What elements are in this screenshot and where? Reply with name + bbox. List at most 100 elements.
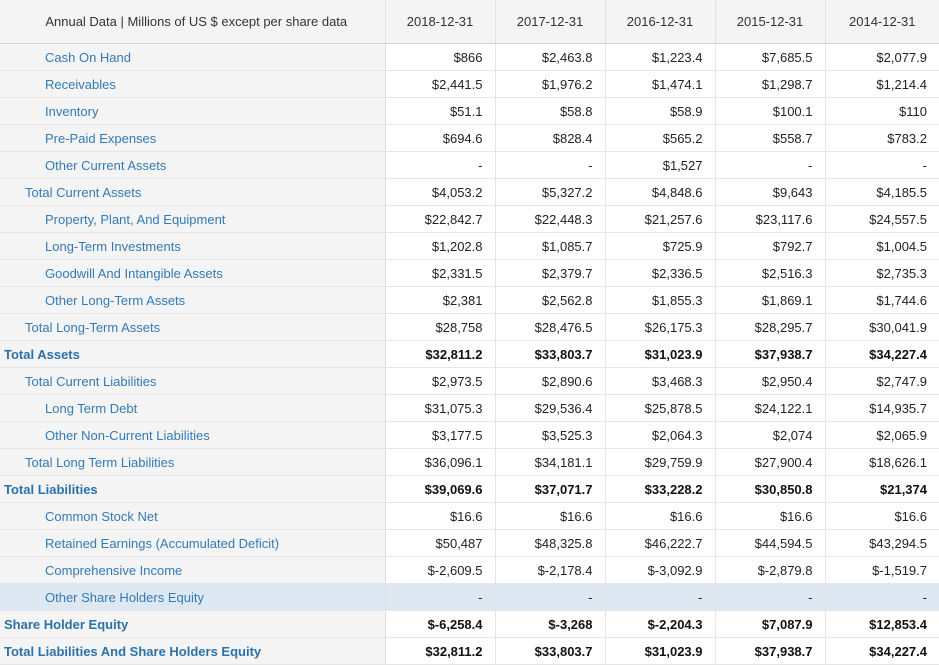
row-label-link[interactable]: Total Current Assets bbox=[25, 185, 141, 200]
cell-property-plant-and-equipment-2014-12-31: $24,557.5 bbox=[825, 205, 939, 233]
row-label-share-holder-equity[interactable]: Share Holder Equity bbox=[0, 610, 386, 638]
cell-total-long-term-assets-2018-12-31: $28,758 bbox=[385, 313, 496, 341]
row-label-comprehensive-income[interactable]: Comprehensive Income bbox=[0, 556, 386, 584]
cell-other-long-term-assets-2016-12-31: $1,855.3 bbox=[605, 286, 716, 314]
row-label-pre-paid-expenses[interactable]: Pre-Paid Expenses bbox=[0, 124, 386, 152]
row-label-total-current-liabilities[interactable]: Total Current Liabilities bbox=[0, 367, 386, 395]
cell-pre-paid-expenses-2016-12-31: $565.2 bbox=[605, 124, 716, 152]
row-label-link[interactable]: Total Long-Term Assets bbox=[25, 320, 160, 335]
row-label-retained-earnings-accumulated-deficit[interactable]: Retained Earnings (Accumulated Deficit) bbox=[0, 529, 386, 557]
cell-receivables-2018-12-31: $2,441.5 bbox=[385, 70, 496, 98]
row-label-other-non-current-liabilities[interactable]: Other Non-Current Liabilities bbox=[0, 421, 386, 449]
row-label-other-long-term-assets[interactable]: Other Long-Term Assets bbox=[0, 286, 386, 314]
cell-common-stock-net-2016-12-31: $16.6 bbox=[605, 502, 716, 530]
row-label-receivables[interactable]: Receivables bbox=[0, 70, 386, 98]
table-row: Property, Plant, And Equipment $22,842.7 $… bbox=[0, 205, 939, 233]
row-label-cash-on-hand[interactable]: Cash On Hand bbox=[0, 43, 386, 71]
cell-receivables-2017-12-31: $1,976.2 bbox=[495, 70, 606, 98]
cell-comprehensive-income-2015-12-31: $-2,879.8 bbox=[715, 556, 826, 584]
row-label-link[interactable]: Retained Earnings (Accumulated Deficit) bbox=[45, 536, 279, 551]
row-label-link[interactable]: Total Long Term Liabilities bbox=[25, 455, 174, 470]
row-label-link[interactable]: Comprehensive Income bbox=[45, 563, 182, 578]
table-row: Total Assets $32,811.2 $33,803.7 $31,023.9 $… bbox=[0, 340, 939, 368]
row-label-common-stock-net[interactable]: Common Stock Net bbox=[0, 502, 386, 530]
cell-goodwill-and-intangible-assets-2014-12-31: $2,735.3 bbox=[825, 259, 939, 287]
row-label-property-plant-and-equipment[interactable]: Property, Plant, And Equipment bbox=[0, 205, 386, 233]
row-label-link[interactable]: Other Share Holders Equity bbox=[45, 590, 204, 605]
cell-other-non-current-liabilities-2015-12-31: $2,074 bbox=[715, 421, 826, 449]
cell-total-liabilities-and-share-holders-equity-2017-12-31: $33,803.7 bbox=[495, 637, 606, 665]
row-label-link[interactable]: Total Liabilities And Share Holders Equi… bbox=[4, 644, 261, 659]
row-label-link[interactable]: Common Stock Net bbox=[45, 509, 158, 524]
row-label-goodwill-and-intangible-assets[interactable]: Goodwill And Intangible Assets bbox=[0, 259, 386, 287]
row-label-long-term-debt[interactable]: Long Term Debt bbox=[0, 394, 386, 422]
row-label-link[interactable]: Goodwill And Intangible Assets bbox=[45, 266, 223, 281]
row-label-link[interactable]: Share Holder Equity bbox=[4, 617, 128, 632]
cell-other-long-term-assets-2015-12-31: $1,869.1 bbox=[715, 286, 826, 314]
row-label-link[interactable]: Cash On Hand bbox=[45, 50, 131, 65]
cell-comprehensive-income-2017-12-31: $-2,178.4 bbox=[495, 556, 606, 584]
row-label-total-liabilities-and-share-holders-equity[interactable]: Total Liabilities And Share Holders Equi… bbox=[0, 637, 386, 665]
header-period-2016-12-31: 2016-12-31 bbox=[605, 0, 716, 44]
row-label-total-liabilities[interactable]: Total Liabilities bbox=[0, 475, 386, 503]
cell-retained-earnings-accumulated-deficit-2016-12-31: $46,222.7 bbox=[605, 529, 716, 557]
table-row: Total Current Liabilities $2,973.5 $2,890.… bbox=[0, 367, 939, 395]
row-label-link[interactable]: Property, Plant, And Equipment bbox=[45, 212, 225, 227]
cell-other-share-holders-equity-2014-12-31: - bbox=[825, 583, 939, 611]
row-label-link[interactable]: Total Liabilities bbox=[4, 482, 98, 497]
cell-total-current-assets-2017-12-31: $5,327.2 bbox=[495, 178, 606, 206]
row-label-link[interactable]: Other Current Assets bbox=[45, 158, 166, 173]
cell-other-non-current-liabilities-2014-12-31: $2,065.9 bbox=[825, 421, 939, 449]
table-row: Long-Term Investments $1,202.8 $1,085.7 $72… bbox=[0, 232, 939, 260]
row-label-total-long-term-assets[interactable]: Total Long-Term Assets bbox=[0, 313, 386, 341]
row-label-long-term-investments[interactable]: Long-Term Investments bbox=[0, 232, 386, 260]
row-label-inventory[interactable]: Inventory bbox=[0, 97, 386, 125]
row-label-link[interactable]: Inventory bbox=[45, 104, 98, 119]
row-label-link[interactable]: Other Non-Current Liabilities bbox=[45, 428, 210, 443]
cell-common-stock-net-2018-12-31: $16.6 bbox=[385, 502, 496, 530]
cell-other-share-holders-equity-2017-12-31: - bbox=[495, 583, 606, 611]
financial-statement-table: Annual Data | Millions of US $ except pe… bbox=[0, 0, 939, 665]
cell-other-non-current-liabilities-2017-12-31: $3,525.3 bbox=[495, 421, 606, 449]
row-label-link[interactable]: Long Term Debt bbox=[45, 401, 137, 416]
cell-long-term-debt-2014-12-31: $14,935.7 bbox=[825, 394, 939, 422]
cell-other-share-holders-equity-2016-12-31: - bbox=[605, 583, 716, 611]
table-row: Other Non-Current Liabilities $3,177.5 $3,… bbox=[0, 421, 939, 449]
cell-receivables-2016-12-31: $1,474.1 bbox=[605, 70, 716, 98]
row-label-link[interactable]: Receivables bbox=[45, 77, 116, 92]
cell-pre-paid-expenses-2018-12-31: $694.6 bbox=[385, 124, 496, 152]
table-row: Total Current Assets $4,053.2 $5,327.2 $4,8… bbox=[0, 178, 939, 206]
cell-long-term-debt-2018-12-31: $31,075.3 bbox=[385, 394, 496, 422]
table-header: Annual Data | Millions of US $ except pe… bbox=[0, 0, 939, 44]
cell-cash-on-hand-2016-12-31: $1,223.4 bbox=[605, 43, 716, 71]
cell-pre-paid-expenses-2015-12-31: $558.7 bbox=[715, 124, 826, 152]
row-label-total-long-term-liabilities[interactable]: Total Long Term Liabilities bbox=[0, 448, 386, 476]
row-label-link[interactable]: Total Current Liabilities bbox=[25, 374, 157, 389]
cell-inventory-2018-12-31: $51.1 bbox=[385, 97, 496, 125]
header-period-2014-12-31: 2014-12-31 bbox=[825, 0, 939, 44]
table-row: Other Share Holders Equity - - - - - bbox=[0, 583, 939, 611]
cell-other-non-current-liabilities-2016-12-31: $2,064.3 bbox=[605, 421, 716, 449]
row-label-other-share-holders-equity[interactable]: Other Share Holders Equity bbox=[0, 583, 386, 611]
cell-inventory-2015-12-31: $100.1 bbox=[715, 97, 826, 125]
row-label-other-current-assets[interactable]: Other Current Assets bbox=[0, 151, 386, 179]
cell-other-current-assets-2016-12-31: $1,527 bbox=[605, 151, 716, 179]
cell-receivables-2014-12-31: $1,214.4 bbox=[825, 70, 939, 98]
cell-long-term-debt-2016-12-31: $25,878.5 bbox=[605, 394, 716, 422]
cell-common-stock-net-2014-12-31: $16.6 bbox=[825, 502, 939, 530]
row-label-link[interactable]: Pre-Paid Expenses bbox=[45, 131, 156, 146]
row-label-link[interactable]: Long-Term Investments bbox=[45, 239, 181, 254]
table-row: Total Long Term Liabilities $36,096.1 $34,… bbox=[0, 448, 939, 476]
row-label-link[interactable]: Total Assets bbox=[4, 347, 80, 362]
row-label-total-current-assets[interactable]: Total Current Assets bbox=[0, 178, 386, 206]
cell-retained-earnings-accumulated-deficit-2015-12-31: $44,594.5 bbox=[715, 529, 826, 557]
cell-other-long-term-assets-2014-12-31: $1,744.6 bbox=[825, 286, 939, 314]
row-label-link[interactable]: Other Long-Term Assets bbox=[45, 293, 185, 308]
cell-total-current-liabilities-2015-12-31: $2,950.4 bbox=[715, 367, 826, 395]
row-label-total-assets[interactable]: Total Assets bbox=[0, 340, 386, 368]
cell-long-term-debt-2017-12-31: $29,536.4 bbox=[495, 394, 606, 422]
cell-property-plant-and-equipment-2018-12-31: $22,842.7 bbox=[385, 205, 496, 233]
table-row: Total Liabilities $39,069.6 $37,071.7 $33,2… bbox=[0, 475, 939, 503]
table-row: Long Term Debt $31,075.3 $29,536.4 $25,878.… bbox=[0, 394, 939, 422]
cell-total-assets-2015-12-31: $37,938.7 bbox=[715, 340, 826, 368]
